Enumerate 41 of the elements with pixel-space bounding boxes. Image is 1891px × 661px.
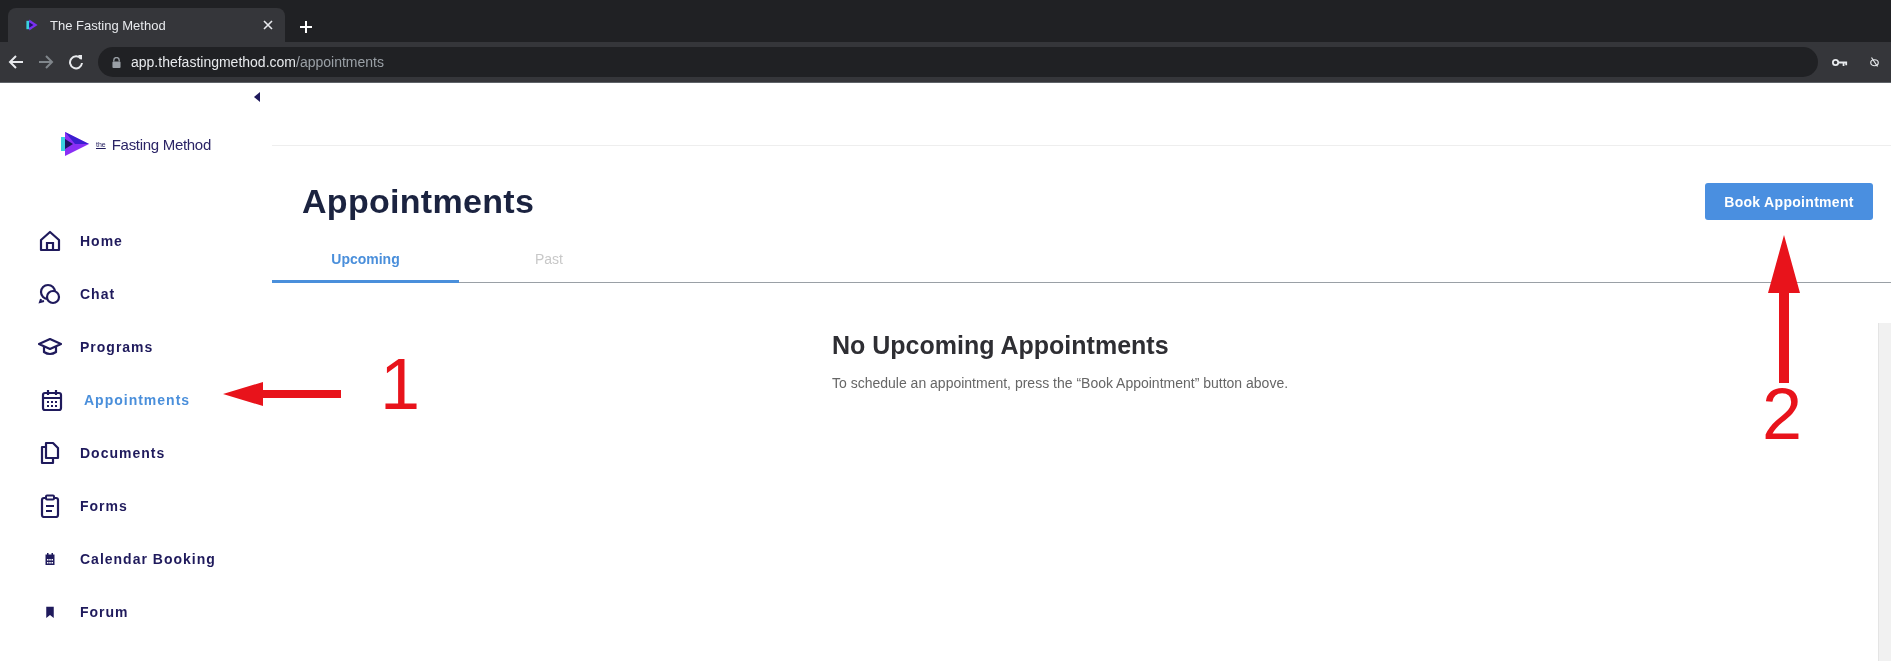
back-button[interactable]: [8, 54, 24, 70]
tab-title: The Fasting Method: [50, 17, 167, 33]
close-icon: [263, 20, 273, 30]
logo-icon: [24, 18, 40, 32]
eye-slash-icon: [1870, 55, 1879, 69]
sidebar-item[interactable]: Documents: [0, 426, 166, 479]
page-title: Appointments: [302, 182, 535, 221]
chat-bubbles-icon: [38, 281, 62, 306]
back-arrow-icon: [8, 54, 24, 70]
forward-button[interactable]: [38, 54, 54, 70]
home-icon: [38, 228, 62, 253]
password-key-button[interactable]: [1832, 57, 1848, 67]
sidebar-item[interactable]: Forum: [0, 585, 129, 638]
sidebar-item[interactable]: Calendar Booking: [0, 532, 216, 585]
plus-icon: [299, 20, 313, 34]
sidebar-item[interactable]: Forms: [0, 479, 128, 532]
documents-icon: [38, 440, 62, 465]
scrollbar[interactable]: [1878, 323, 1891, 661]
clipboard-icon: [38, 493, 62, 518]
caret-left-icon: [254, 92, 260, 102]
address-bar[interactable]: app.thefastingmethod.com/appointments: [98, 47, 1818, 77]
url-text: app.thefastingmethod.com/appointments: [131, 54, 384, 70]
new-tab-button[interactable]: [299, 20, 313, 34]
lock-icon: [112, 56, 121, 68]
reload-icon: [68, 54, 84, 70]
empty-state-text: To schedule an appointment, press the “Book Appointment” button above.: [832, 374, 1290, 393]
key-icon: [1832, 57, 1848, 67]
reload-button[interactable]: [68, 54, 84, 70]
forward-arrow-icon: [38, 54, 54, 70]
sidebar-item[interactable]: Programs: [0, 320, 154, 373]
annotation-number: 2: [1762, 378, 1803, 450]
browser-tab[interactable]: The Fasting Method: [8, 8, 285, 42]
logo-icon: [60, 129, 90, 159]
collapse-sidebar-button[interactable]: [254, 92, 260, 102]
sidebar-item[interactable]: Home: [0, 214, 123, 267]
close-tab-button[interactable]: [263, 20, 273, 30]
annotation-number: 1: [380, 348, 421, 420]
logo-text: Fasting Method: [111, 135, 211, 153]
calendar-icon: [40, 387, 64, 412]
sidebar-item[interactable]: Chat: [0, 267, 116, 320]
empty-state-title: No Upcoming Appointments: [832, 331, 1170, 360]
